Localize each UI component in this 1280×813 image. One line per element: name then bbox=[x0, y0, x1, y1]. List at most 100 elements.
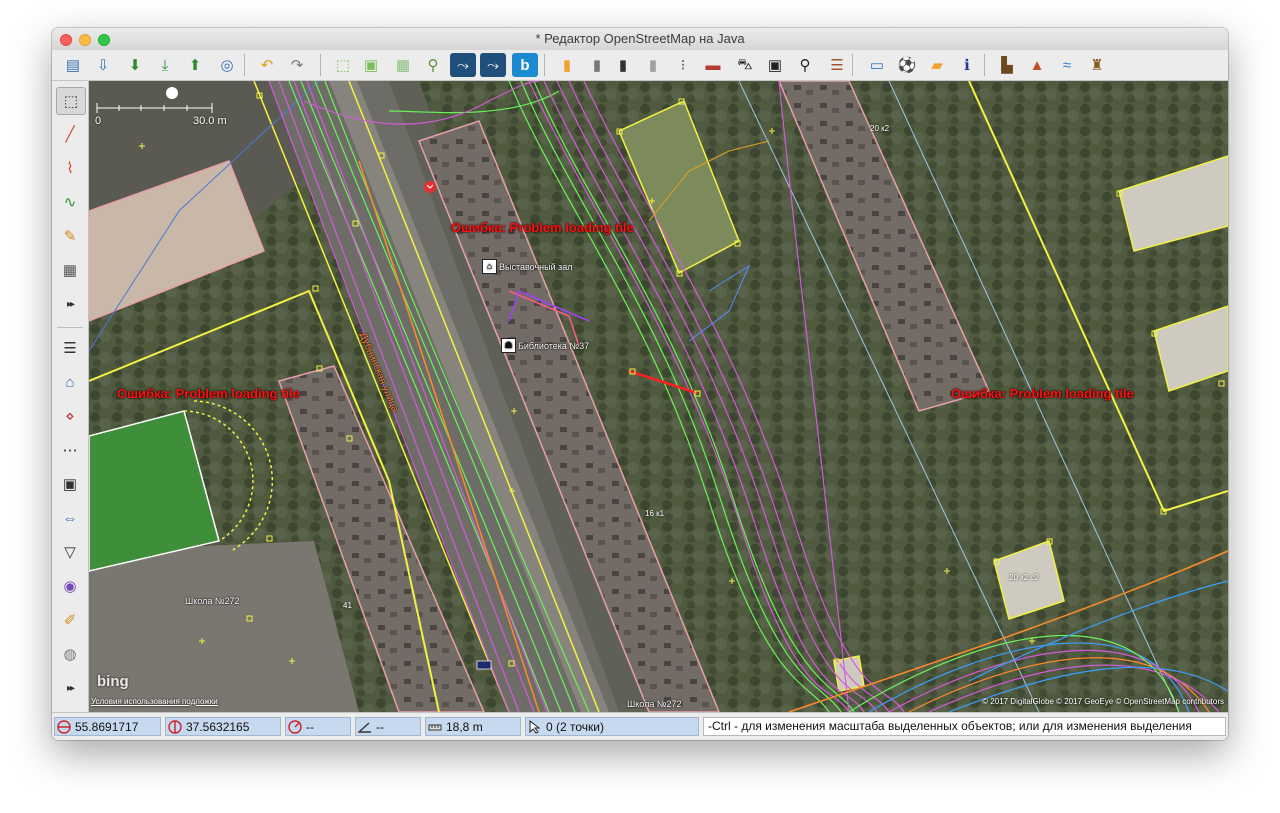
heading-icon bbox=[288, 719, 302, 734]
select-tool[interactable]: ⬚ bbox=[56, 87, 86, 115]
open-file-icon: ▤ bbox=[65, 57, 81, 74]
toolbar-separator bbox=[320, 54, 321, 76]
layers-tool[interactable]: ☰ bbox=[56, 335, 84, 361]
save-button[interactable]: ⬇ bbox=[122, 53, 148, 77]
building-tool[interactable]: ▦ bbox=[56, 257, 84, 283]
road-light-icon: ▮ bbox=[648, 57, 658, 74]
building-number: 20 к2 bbox=[870, 124, 890, 133]
peak-button[interactable]: ▲ bbox=[1024, 53, 1050, 77]
map-paint-tool[interactable]: ◉ bbox=[56, 573, 84, 599]
gpx-track-button[interactable]: ⤳ bbox=[450, 53, 476, 77]
football-button[interactable]: ⚽ bbox=[894, 53, 920, 77]
road-light-button[interactable]: ▮ bbox=[640, 53, 666, 77]
expand-tools-tool[interactable]: ▸▸ bbox=[56, 291, 84, 317]
selection-value: 0 (2 точки) bbox=[546, 719, 604, 734]
draw-pencil-tool[interactable]: ✎ bbox=[56, 223, 84, 249]
improve-way-tool[interactable]: ∿ bbox=[56, 189, 84, 215]
expand-panels-icon: ▸▸ bbox=[66, 682, 75, 694]
wms-tms-button[interactable]: ▦ bbox=[390, 53, 416, 77]
expand-tools-icon: ▸▸ bbox=[66, 298, 75, 310]
gpx-route-button[interactable]: ⤳ bbox=[480, 53, 506, 77]
toolbar-separator bbox=[57, 327, 83, 328]
selection-list-tool[interactable]: ⋯ bbox=[56, 437, 84, 463]
poi-label: Библиотека №37 bbox=[518, 340, 590, 351]
bing-icon: b bbox=[520, 56, 530, 74]
latitude-icon bbox=[57, 719, 71, 734]
castle-button[interactable]: ♜ bbox=[1084, 53, 1110, 77]
poi-label: Школа №272 bbox=[185, 596, 240, 606]
car-button[interactable]: ⛍ bbox=[732, 53, 758, 77]
undo-button[interactable]: ↶ bbox=[254, 53, 280, 77]
tile-error-label: Ошибка: Problem loading tile bbox=[451, 220, 634, 235]
draw-node-icon: ⌇ bbox=[66, 160, 74, 177]
poi-exhibition[interactable]: ⌂ Выставочный зал bbox=[482, 259, 573, 274]
toolbar-separator bbox=[984, 54, 985, 76]
open-location-button[interactable]: ⇩ bbox=[90, 53, 116, 77]
poi-school[interactable]: Школа №272 bbox=[185, 596, 240, 606]
bus-button[interactable]: ▣ bbox=[762, 53, 788, 77]
history-tool[interactable]: ✐ bbox=[56, 607, 84, 633]
search-icon: ⚲ bbox=[427, 57, 439, 74]
map-paint-icon: ◉ bbox=[63, 578, 77, 595]
waterway-button[interactable]: ≈ bbox=[1054, 53, 1080, 77]
scale-right-label: 30.0 m bbox=[193, 115, 227, 127]
imagery-attribution: © 2017 DigitalGlobe © 2017 GeoEye © Open… bbox=[982, 697, 1224, 706]
selection-field: 0 (2 точки) bbox=[525, 717, 699, 736]
traffic-signal-button[interactable]: ⁝ bbox=[670, 53, 696, 77]
search-button[interactable]: ⚲ bbox=[420, 53, 446, 77]
expand-panels-tool[interactable]: ▸▸ bbox=[56, 675, 84, 701]
waterway-icon: ≈ bbox=[1062, 56, 1072, 74]
draw-pencil-icon: ✎ bbox=[63, 228, 77, 245]
preferences-button[interactable]: ◎ bbox=[214, 53, 240, 77]
draw-line-tool[interactable]: ╱ bbox=[56, 121, 84, 147]
map-view[interactable]: 0 30.0 m Ошибка: Problem loading tile Ош… bbox=[89, 81, 1228, 712]
barrier-wall-button[interactable]: ▬ bbox=[700, 53, 726, 77]
road-grey-button[interactable]: ▮ bbox=[584, 53, 610, 77]
tools-toolbar: ⬚ ╱ ⌇ ∿ ✎ ▦ ▸▸ ☰ ⌂ ⋄ ⋯ ▣ ⇔ ▽ ◉ ✐ ◍ ▸▸ bbox=[52, 81, 89, 712]
railway-button[interactable]: ☰ bbox=[824, 53, 850, 77]
open-file-button[interactable]: ▤ bbox=[60, 53, 86, 77]
distance-field: 18,8 m bbox=[425, 717, 521, 736]
football-icon: ⚽ bbox=[897, 57, 917, 74]
hotel-button[interactable]: ▭ bbox=[864, 53, 890, 77]
tag-icon: ⌂ bbox=[65, 373, 75, 391]
barrier-wall-icon: ▬ bbox=[705, 56, 721, 74]
upload-button[interactable]: ⬆ bbox=[182, 53, 208, 77]
save-as-button[interactable]: ⤓ bbox=[152, 53, 178, 77]
heading-field: -- bbox=[285, 717, 351, 736]
shop-button[interactable]: ▰ bbox=[924, 53, 950, 77]
open-location-icon: ⇩ bbox=[96, 57, 110, 74]
road-dark-button[interactable]: ▮ bbox=[610, 53, 636, 77]
photo-tool[interactable]: ▣ bbox=[56, 471, 84, 497]
tag-tool[interactable]: ⌂ bbox=[56, 369, 84, 395]
relation-tool[interactable]: ⋄ bbox=[56, 403, 84, 429]
filter-tool[interactable]: ▽ bbox=[56, 539, 84, 565]
bicycle-button[interactable]: ⚲ bbox=[792, 53, 818, 77]
heading-value: -- bbox=[306, 719, 314, 734]
bing-button[interactable]: b bbox=[512, 53, 538, 77]
poi-library[interactable]: ☗ Библиотека №37 bbox=[501, 338, 589, 353]
location-tool[interactable]: ◍ bbox=[56, 641, 84, 667]
industrial-button[interactable]: ▙ bbox=[994, 53, 1020, 77]
poi-school[interactable]: Школа №272 bbox=[627, 699, 682, 709]
zoom-to-layer-button[interactable]: ▣ bbox=[358, 53, 384, 77]
save-as-icon: ⤓ bbox=[161, 56, 169, 74]
information-button[interactable]: ℹ bbox=[954, 53, 980, 77]
longitude-value: 37.5632165 bbox=[186, 719, 250, 734]
selection-list-icon: ⋯ bbox=[62, 442, 78, 459]
railway-icon: ☰ bbox=[830, 57, 844, 74]
poi-label: Школа №272 bbox=[627, 699, 682, 709]
imagery-terms-link[interactable]: Условия использования подложки bbox=[91, 697, 218, 706]
hotel-icon: ▭ bbox=[869, 57, 885, 74]
save-icon: ⬇ bbox=[128, 57, 142, 74]
draw-node-tool[interactable]: ⌇ bbox=[56, 155, 84, 181]
validation-tool[interactable]: ⇔ bbox=[56, 505, 84, 531]
castle-icon: ♜ bbox=[1090, 57, 1104, 74]
bing-logo: bing bbox=[97, 673, 129, 690]
download-area-button[interactable]: ⬚ bbox=[330, 53, 356, 77]
road-orange-button[interactable]: ▮ bbox=[554, 53, 580, 77]
redo-button[interactable]: ↷ bbox=[284, 53, 310, 77]
josm-window: * Редактор OpenStreetMap на Java ▤ ⇩ ⬇ ⤓ ⬆ ◎ ↶… bbox=[52, 28, 1228, 740]
distance-value: 18,8 m bbox=[446, 719, 483, 734]
filter-icon: ▽ bbox=[64, 544, 76, 561]
